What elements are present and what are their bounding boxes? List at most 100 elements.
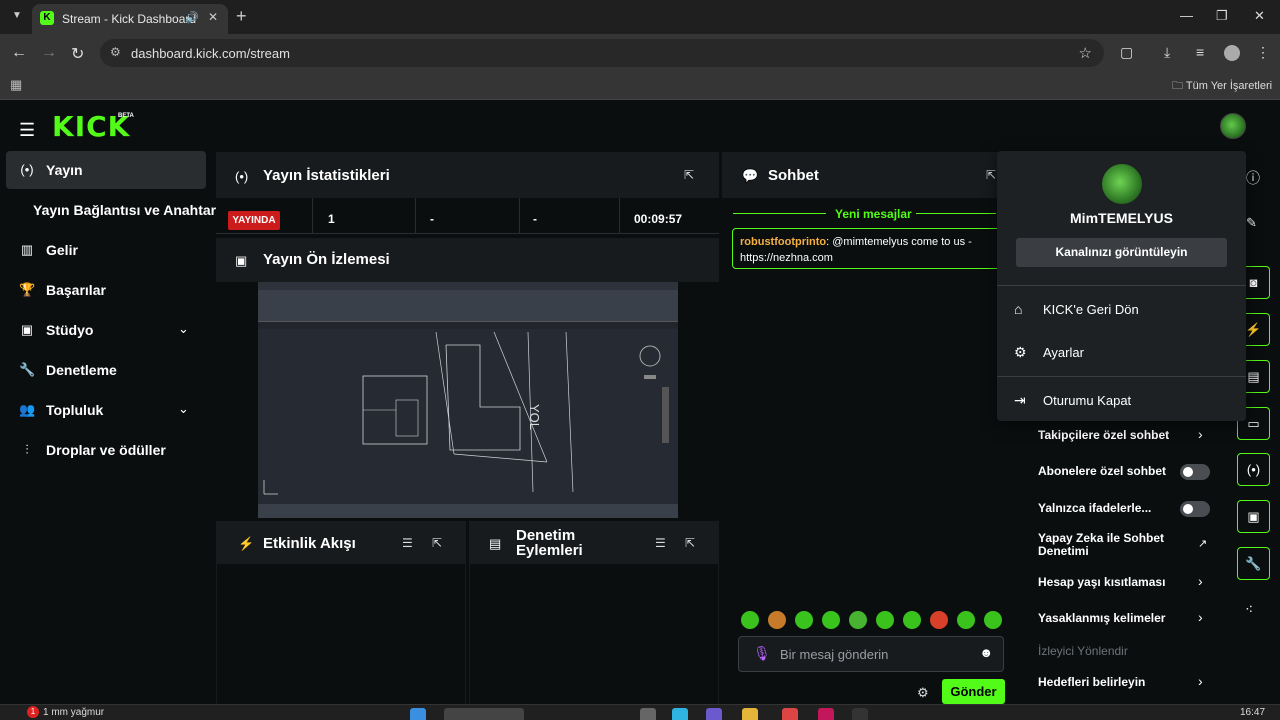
setting-goals[interactable]: Hedefleri belirleyin [1038, 675, 1145, 689]
url-text[interactable]: dashboard.kick.com/stream [131, 46, 290, 61]
forward-icon[interactable]: → [41, 44, 57, 62]
setting-banned-words[interactable]: Yasaklanmış kelimeler [1038, 611, 1165, 625]
browser-tab[interactable]: K Stream - Kick Dashboard 🔊 ✕ [32, 4, 228, 34]
chat-message-username[interactable]: robustfootprinto [740, 236, 826, 248]
emoji-icon[interactable]: ☻ [979, 645, 993, 660]
setting-subscribers-only: Abonelere özel sohbet [1038, 464, 1167, 478]
download-icon[interactable]: ⤓ [1164, 44, 1170, 61]
media-icon[interactable]: ≡ [1196, 44, 1204, 60]
chevron-right-icon[interactable]: › [1198, 573, 1203, 589]
taskbar-app-icon[interactable] [640, 708, 656, 720]
setting-ai-moderation[interactable]: Yapay Zeka ile Sohbet Denetimi [1038, 532, 1188, 558]
external-link-icon[interactable]: ↗ [1198, 537, 1207, 550]
sidebar-item-stream-key[interactable]: Yayın Bağlantısı ve Anahtarı [6, 191, 220, 229]
chevron-right-icon[interactable]: › [1198, 609, 1203, 625]
profile-avatar[interactable] [1224, 45, 1240, 61]
maximize-icon[interactable]: ❐ [1216, 8, 1228, 24]
community-icon: 👥 [19, 402, 36, 417]
emote-icon[interactable] [741, 611, 759, 629]
expand-icon[interactable]: ⇱ [685, 536, 695, 550]
sidebar-item-yayin[interactable]: (•) Yayın [6, 151, 206, 189]
sidebar-item-denetleme[interactable]: 🔧 Denetleme [6, 351, 206, 389]
close-tab-icon[interactable]: ✕ [208, 10, 218, 24]
expand-icon[interactable]: ⇱ [684, 168, 694, 182]
home-icon: ⌂ [1014, 301, 1023, 317]
minimize-icon[interactable]: — [1180, 8, 1193, 23]
preview-drawing-label: YOL [527, 404, 542, 431]
sidebar-item-label: Gelir [46, 242, 78, 258]
site-info-icon[interactable]: ⚙ [110, 45, 121, 59]
close-window-icon[interactable]: ✕ [1254, 8, 1265, 24]
chevron-right-icon[interactable]: › [1198, 673, 1203, 689]
user-avatar[interactable] [1220, 113, 1246, 139]
setting-followers-only[interactable]: Takipçilere özel sohbet [1038, 428, 1169, 442]
filter-icon[interactable]: ☰ [655, 536, 666, 550]
rail-button[interactable]: (•) [1237, 453, 1270, 486]
setting-account-age[interactable]: Hesap yaşı kısıtlaması [1038, 575, 1165, 589]
emotes-only-toggle[interactable] [1180, 501, 1210, 517]
new-tab-icon[interactable]: + [236, 6, 247, 27]
taskbar-app-icon[interactable] [782, 708, 798, 720]
filter-icon[interactable]: ☰ [402, 536, 413, 550]
sidebar-item-studyo[interactable]: ▣ Stüdyo ⌄ [6, 311, 206, 349]
back-icon[interactable]: ← [11, 44, 27, 62]
weather-widget[interactable]: 1 mm yağmur [43, 707, 104, 718]
emote-icon[interactable] [768, 611, 786, 629]
dropdown-item-settings[interactable]: ⚙ Ayarlar [997, 333, 1246, 373]
hamburger-menu-icon[interactable]: ☰ [19, 120, 35, 141]
folder-icon: 🗀 [1172, 80, 1186, 92]
emote-icon[interactable] [903, 611, 921, 629]
sidebar-item-label: Yayın Bağlantısı ve Anahtarı [33, 202, 220, 218]
start-icon[interactable] [410, 708, 426, 720]
more-apps-icon[interactable]: ⁖ [1245, 601, 1253, 618]
chat-input-placeholder: Bir mesaj gönderin [780, 647, 889, 662]
taskbar-search[interactable] [444, 708, 524, 720]
all-bookmarks-link[interactable]: 🗀 Tüm Yer İşaretleri [1172, 77, 1272, 96]
stat-uptime: 00:09:57 [634, 212, 683, 226]
menu-icon[interactable]: ⋮ [1256, 44, 1270, 61]
address-bar[interactable]: ⚙ dashboard.kick.com/stream ☆ [100, 39, 1104, 67]
emote-icon[interactable] [822, 611, 840, 629]
rail-button[interactable]: ▣ [1237, 500, 1270, 533]
taskbar-clock[interactable]: 16:47 [1240, 707, 1265, 718]
expand-icon[interactable]: ⇱ [432, 536, 442, 550]
taskbar-app-icon[interactable] [672, 708, 688, 720]
info-icon[interactable]: ⓘ [1246, 168, 1260, 188]
weather-notification-badge: 1 [27, 706, 39, 718]
edit-icon[interactable]: ✎ [1246, 215, 1257, 231]
sidebar-item-basarilar[interactable]: 🏆 Başarılar [6, 271, 206, 309]
expand-icon[interactable]: ⇱ [986, 168, 996, 182]
emote-icon[interactable] [984, 611, 1002, 629]
chat-message-input[interactable]: 🎙 Bir mesaj gönderin ☻ [738, 636, 1004, 672]
taskbar-app-icon[interactable] [852, 708, 868, 720]
sidebar-item-droplar[interactable]: ⫶ Droplar ve ödüller [6, 431, 206, 469]
audio-icon[interactable]: 🔊 [185, 11, 199, 24]
stream-preview-video[interactable] [258, 282, 678, 518]
reload-icon[interactable]: ↻ [71, 44, 84, 64]
dropdown-item-back-to-kick[interactable]: ⌂ KICK'e Geri Dön [997, 290, 1246, 330]
chat-message[interactable]: robustfootprinto: @mimtemelyus come to u… [732, 228, 1002, 269]
bookmark-star-icon[interactable]: ☆ [1079, 44, 1092, 62]
sidebar-item-topluluk[interactable]: 👥 Topluluk ⌄ [6, 391, 206, 429]
taskbar-app-icon[interactable] [706, 708, 722, 720]
view-channel-button[interactable]: Kanalınızı görüntüleyin [1016, 238, 1227, 267]
chevron-right-icon[interactable]: › [1198, 426, 1203, 442]
rail-button[interactable]: 🔧 [1237, 547, 1270, 580]
emote-icon[interactable] [930, 611, 948, 629]
emote-icon[interactable] [957, 611, 975, 629]
chat-settings-gear-icon[interactable]: ⚙ [917, 685, 929, 701]
sidebar-item-label: Yayın [46, 162, 83, 178]
emote-icon[interactable] [876, 611, 894, 629]
sidebar-item-gelir[interactable]: ▥ Gelir [6, 231, 206, 269]
send-button[interactable]: Gönder [942, 679, 1005, 704]
microphone-icon[interactable]: 🎙 [753, 645, 771, 662]
apps-icon[interactable]: ▦ [10, 77, 22, 93]
taskbar-app-icon[interactable] [818, 708, 834, 720]
emote-icon[interactable] [795, 611, 813, 629]
emote-icon[interactable] [849, 611, 867, 629]
subscribers-only-toggle[interactable] [1180, 464, 1210, 480]
extensions-icon[interactable]: ▢ [1120, 44, 1133, 61]
dropdown-item-logout[interactable]: ⇥ Oturumu Kapat [997, 381, 1246, 421]
taskbar-app-icon[interactable] [742, 708, 758, 720]
tab-search-icon[interactable]: ▼ [8, 6, 26, 26]
